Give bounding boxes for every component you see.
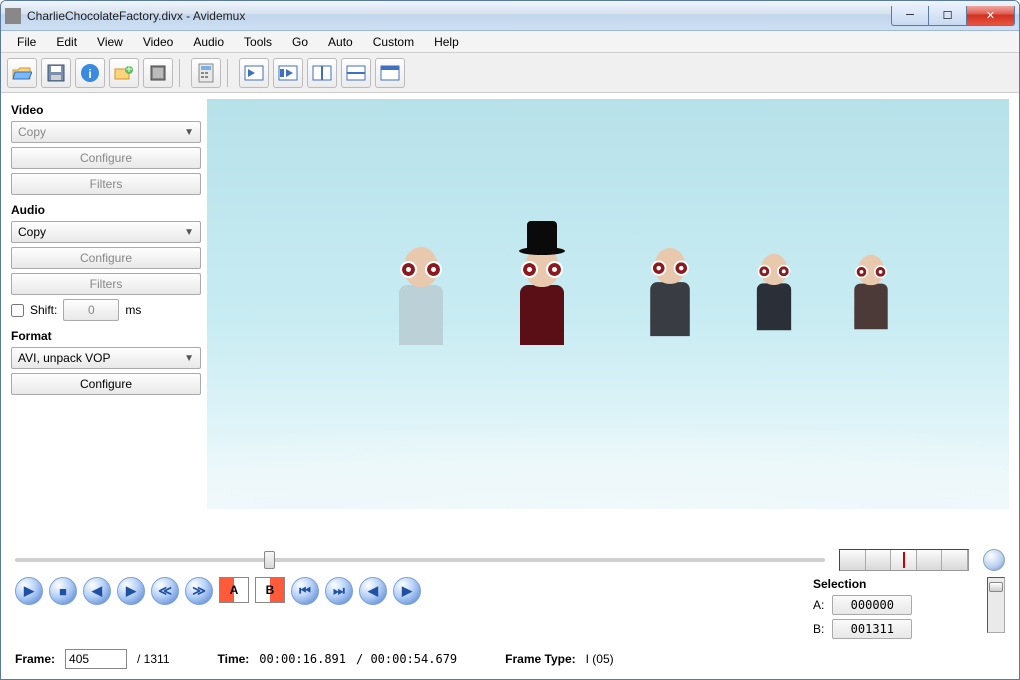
close-button[interactable]: ✕ bbox=[967, 6, 1015, 26]
selection-b-label: B: bbox=[813, 622, 824, 636]
frametype-label: Frame Type: bbox=[505, 652, 575, 666]
layout3-icon[interactable] bbox=[307, 58, 337, 88]
prev-frame-button[interactable]: ◀ bbox=[83, 577, 111, 605]
info-icon[interactable]: i bbox=[75, 58, 105, 88]
rewind-button[interactable]: ≪ bbox=[151, 577, 179, 605]
transport-controls: ▶ ■ ◀ ▶ ≪ ≫ A B ⏮ ⏭ ◀ ▶ bbox=[15, 577, 421, 605]
audio-codec-value: Copy bbox=[18, 225, 46, 239]
fastfwd-button[interactable]: ≫ bbox=[185, 577, 213, 605]
format-combo[interactable]: AVI, unpack VOP ▼ bbox=[11, 347, 201, 369]
titlebar: CharlieChocolateFactory.divx - Avidemux … bbox=[1, 1, 1019, 31]
next-frame-button[interactable]: ▶ bbox=[117, 577, 145, 605]
menubar: File Edit View Video Audio Tools Go Auto… bbox=[1, 31, 1019, 53]
chevron-down-icon: ▼ bbox=[184, 127, 194, 138]
minimize-button[interactable]: ─ bbox=[891, 6, 929, 26]
next-keyframe-button[interactable]: ⏭ bbox=[325, 577, 353, 605]
layout4-icon[interactable] bbox=[341, 58, 371, 88]
frame-total: / 1311 bbox=[137, 652, 169, 666]
time-label: Time: bbox=[218, 652, 250, 666]
next-black-button[interactable]: ▶ bbox=[393, 577, 421, 605]
menu-video[interactable]: Video bbox=[133, 33, 183, 51]
layout5-icon[interactable] bbox=[375, 58, 405, 88]
play-button[interactable]: ▶ bbox=[15, 577, 43, 605]
audio-configure-button[interactable]: Configure bbox=[11, 247, 201, 269]
menu-audio[interactable]: Audio bbox=[183, 33, 234, 51]
film-icon[interactable] bbox=[143, 58, 173, 88]
jog-wheel[interactable] bbox=[839, 549, 969, 571]
timeline-thumb[interactable] bbox=[264, 551, 275, 569]
format-value: AVI, unpack VOP bbox=[18, 351, 111, 365]
video-section-head: Video bbox=[11, 99, 201, 117]
time-total: / 00:00:54.679 bbox=[356, 652, 457, 666]
append-icon[interactable]: + bbox=[109, 58, 139, 88]
set-marker-a-button[interactable]: A bbox=[219, 577, 249, 603]
svg-text:+: + bbox=[125, 65, 132, 76]
toolbar: i + bbox=[1, 53, 1019, 93]
maximize-button[interactable]: ☐ bbox=[929, 6, 967, 26]
selection-b-value[interactable]: 001311 bbox=[832, 619, 912, 639]
prev-keyframe-button[interactable]: ⏮ bbox=[291, 577, 319, 605]
side-panel: Video Copy ▼ Configure Filters Audio Copy… bbox=[11, 99, 201, 537]
shift-value-input[interactable]: 0 bbox=[63, 299, 119, 321]
format-section-head: Format bbox=[11, 325, 201, 343]
menu-help[interactable]: Help bbox=[424, 33, 469, 51]
frame-input[interactable] bbox=[65, 649, 127, 669]
volume-slider[interactable] bbox=[987, 577, 1005, 633]
menu-file[interactable]: File bbox=[7, 33, 46, 51]
prev-black-button[interactable]: ◀ bbox=[359, 577, 387, 605]
svg-text:i: i bbox=[88, 67, 91, 81]
menu-edit[interactable]: Edit bbox=[46, 33, 87, 51]
timeline-slider[interactable] bbox=[15, 558, 825, 562]
selection-a-label: A: bbox=[813, 598, 824, 612]
frame-label: Frame: bbox=[15, 652, 55, 666]
open-icon[interactable] bbox=[7, 58, 37, 88]
audio-section-head: Audio bbox=[11, 199, 201, 217]
frametype-value: I (05) bbox=[586, 652, 614, 666]
shift-label: Shift: bbox=[30, 303, 57, 317]
video-codec-combo[interactable]: Copy ▼ bbox=[11, 121, 201, 143]
menu-custom[interactable]: Custom bbox=[363, 33, 424, 51]
layout2-icon[interactable] bbox=[273, 58, 303, 88]
selection-a-value[interactable]: 000000 bbox=[832, 595, 912, 615]
set-marker-b-button[interactable]: B bbox=[255, 577, 285, 603]
toolbar-separator bbox=[179, 59, 185, 87]
selection-head: Selection bbox=[813, 577, 973, 591]
menu-tools[interactable]: Tools bbox=[234, 33, 282, 51]
menu-go[interactable]: Go bbox=[282, 33, 318, 51]
audio-filters-button[interactable]: Filters bbox=[11, 273, 201, 295]
audio-codec-combo[interactable]: Copy ▼ bbox=[11, 221, 201, 243]
shift-unit: ms bbox=[125, 303, 141, 317]
audio-shift-checkbox[interactable] bbox=[11, 304, 24, 317]
format-configure-button[interactable]: Configure bbox=[11, 373, 201, 395]
video-configure-button[interactable]: Configure bbox=[11, 147, 201, 169]
window-title: CharlieChocolateFactory.divx - Avidemux bbox=[27, 9, 891, 23]
menu-view[interactable]: View bbox=[87, 33, 133, 51]
video-filters-button[interactable]: Filters bbox=[11, 173, 201, 195]
app-icon bbox=[5, 8, 21, 24]
calculator-icon[interactable] bbox=[191, 58, 221, 88]
save-icon[interactable] bbox=[41, 58, 71, 88]
stop-button[interactable]: ■ bbox=[49, 577, 77, 605]
video-preview bbox=[207, 99, 1009, 509]
video-codec-value: Copy bbox=[18, 125, 46, 139]
chevron-down-icon: ▼ bbox=[184, 353, 194, 364]
jog-reset-button[interactable] bbox=[983, 549, 1005, 571]
time-current: 00:00:16.891 bbox=[259, 652, 346, 666]
toolbar-separator bbox=[227, 59, 233, 87]
menu-auto[interactable]: Auto bbox=[318, 33, 363, 51]
layout1-icon[interactable] bbox=[239, 58, 269, 88]
chevron-down-icon: ▼ bbox=[184, 227, 194, 238]
